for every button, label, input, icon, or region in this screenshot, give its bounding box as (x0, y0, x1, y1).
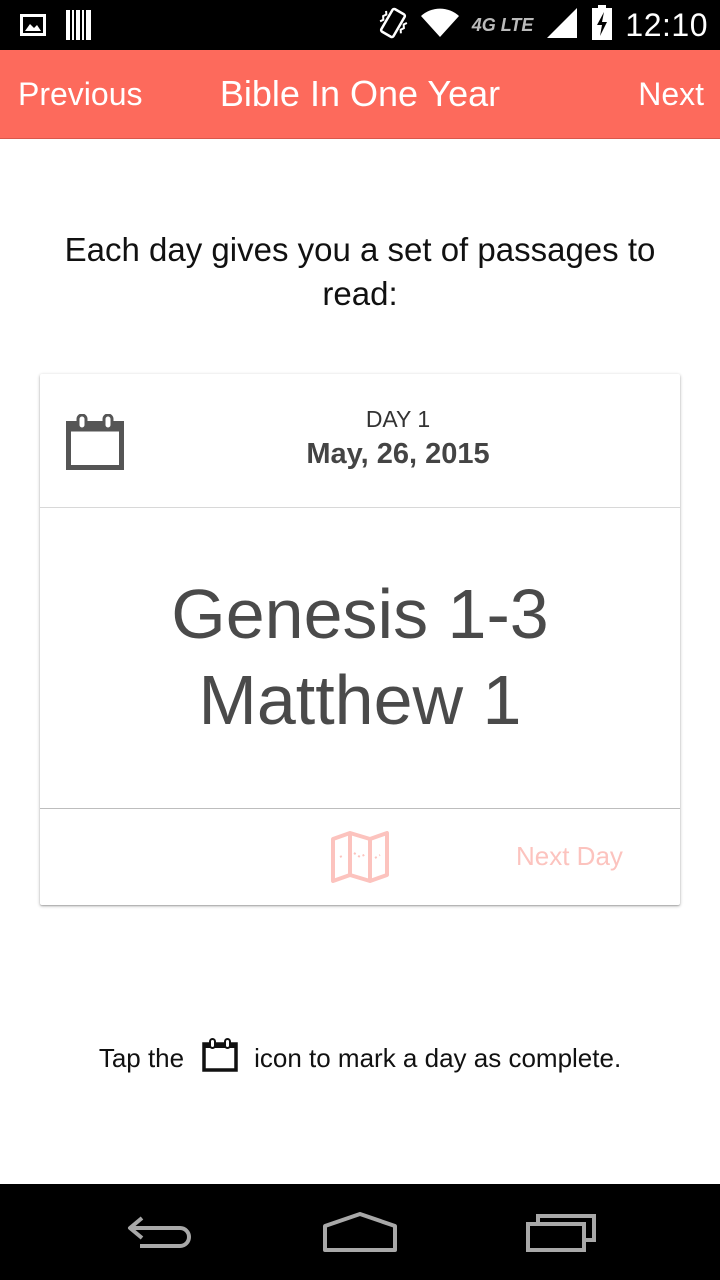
card-header: DAY 1 May, 26, 2015 (40, 374, 680, 508)
intro-text: Each day gives you a set of passages to … (64, 231, 656, 312)
next-button[interactable]: Next (638, 50, 704, 138)
signal-icon (545, 7, 579, 44)
back-icon[interactable] (124, 1212, 196, 1257)
day-label: DAY 1 (365, 406, 431, 432)
map-icon[interactable] (330, 831, 390, 888)
navigation-bar (0, 1184, 720, 1280)
barcode-icon (66, 10, 92, 45)
home-icon[interactable] (322, 1212, 398, 1259)
next-day-button[interactable]: Next Day (516, 841, 623, 872)
passages-section: Genesis 1-3 Matthew 1 (40, 508, 680, 809)
hint-text-after: icon to mark a day as complete. (254, 1043, 622, 1073)
app-bar: Bible In One Year Previous Next (0, 50, 720, 139)
hint-text: Tap the icon to mark a day as complete. (0, 1038, 720, 1079)
system-status-icons: 4G LTE 12:10 (378, 0, 708, 50)
vibrate-icon (378, 6, 408, 45)
status-bar: 4G LTE 12:10 (0, 0, 720, 50)
battery-charging-icon (591, 4, 613, 46)
hint-text-before: Tap the (98, 1043, 185, 1073)
recent-apps-icon[interactable] (526, 1212, 598, 1257)
passage-1: Genesis 1-3 (171, 575, 549, 653)
clock: 12:10 (625, 6, 708, 43)
date-label: May, 26, 2015 (306, 438, 490, 470)
network-type-label: 4G LTE (471, 14, 534, 35)
image-icon (20, 13, 46, 42)
previous-button[interactable]: Previous (18, 50, 143, 138)
reading-card: DAY 1 May, 26, 2015 Genesis 1-3 Matthew … (40, 374, 680, 905)
wifi-icon (420, 8, 460, 43)
card-footer: Next Day (40, 809, 680, 905)
calendar-icon (202, 1038, 238, 1079)
passage-2: Matthew 1 (198, 661, 522, 739)
notification-icons (20, 10, 92, 45)
